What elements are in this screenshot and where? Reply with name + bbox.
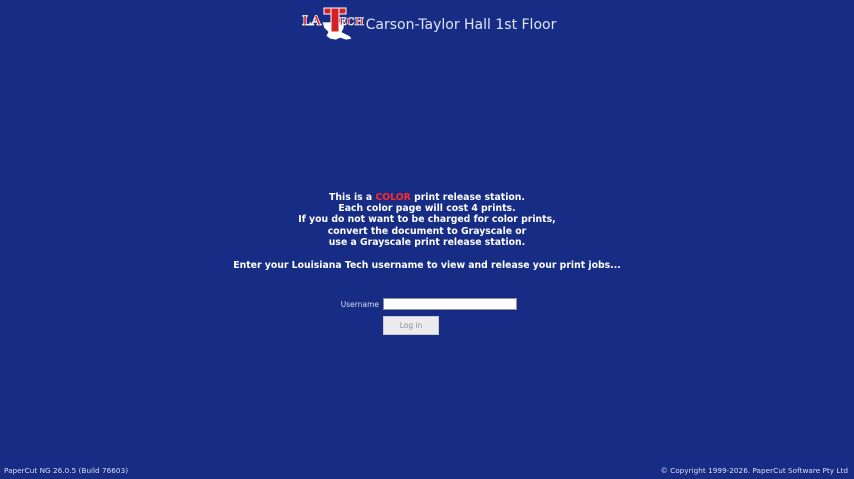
login-prompt: Enter your Louisiana Tech username to vi… <box>233 260 621 271</box>
color-station-notice: This is a COLOR print release station. E… <box>0 192 854 248</box>
station-title: Carson-Taylor Hall 1st Floor <box>365 16 557 33</box>
copyright-notice: © Copyright 1999-2026. PaperCut Software… <box>660 466 848 475</box>
version-info: PaperCut NG 26.0.5 (Build 76603) <box>4 466 129 475</box>
header: LA ECH Carson-Taylor Hall 1st Floor <box>0 6 854 44</box>
login-button[interactable]: Log in <box>383 316 439 335</box>
username-input[interactable] <box>383 298 517 310</box>
latech-logo-icon: LA ECH <box>300 6 364 44</box>
notice-line-2: Each color page will cost 4 prints. <box>338 203 516 215</box>
print-release-page: LA ECH Carson-Taylor Hall 1st Floor This… <box>0 0 854 479</box>
notice-line-1-suffix: print release station. <box>410 192 525 203</box>
notice-line-3: If you do not want to be charged for col… <box>298 214 556 226</box>
username-label: Username <box>340 300 379 309</box>
notice-line-1: This is a COLOR print release station. <box>0 192 854 203</box>
notice-line-1-prefix: This is a <box>329 192 376 203</box>
svg-text:LA: LA <box>302 14 322 29</box>
color-highlight: COLOR <box>375 192 411 203</box>
notice-line-4: convert the document to Grayscale or <box>327 225 527 237</box>
svg-text:ECH: ECH <box>339 17 364 28</box>
notice-line-5: use a Grayscale print release station. <box>328 236 526 248</box>
